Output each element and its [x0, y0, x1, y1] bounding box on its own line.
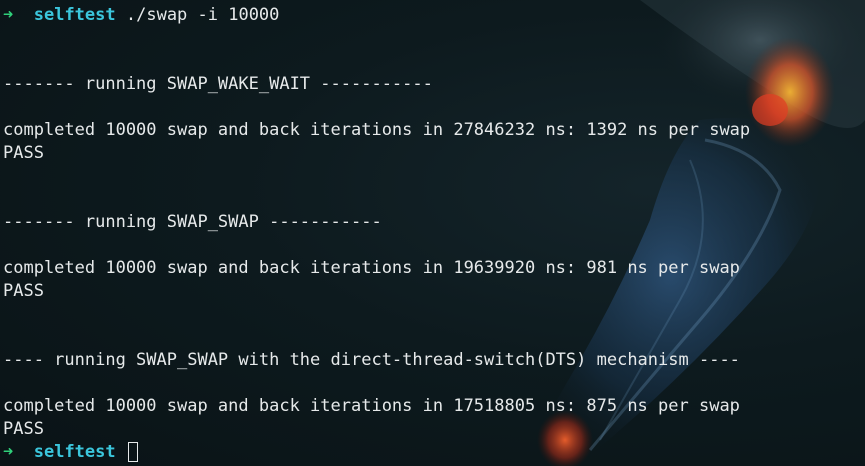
status-line: PASS	[3, 143, 44, 163]
prompt-directory: selftest	[33, 5, 116, 25]
text-cursor[interactable]	[127, 442, 138, 462]
section-header: ------- running SWAP_SWAP -----------	[3, 212, 382, 232]
current-prompt-line[interactable]: ➜ selftest	[3, 441, 750, 464]
section-header: ---- running SWAP_SWAP with the direct-t…	[3, 350, 740, 370]
result-line: completed 10000 swap and back iterations…	[3, 396, 740, 416]
section-header: ------- running SWAP_WAKE_WAIT ---------…	[3, 74, 433, 94]
terminal-output: ➜ selftest ./swap -i 10000 ------- runni…	[3, 4, 750, 464]
prompt-arrow: ➜	[3, 442, 14, 462]
command-line: ➜ selftest ./swap -i 10000	[3, 4, 750, 27]
result-line: completed 10000 swap and back iterations…	[3, 258, 740, 278]
prompt-directory: selftest	[33, 442, 116, 462]
status-line: PASS	[3, 419, 44, 439]
result-line: completed 10000 swap and back iterations…	[3, 120, 751, 140]
terminal-window[interactable]: ➜ selftest ./swap -i 10000 ------- runni…	[0, 0, 865, 466]
command-text: ./swap -i 10000	[125, 5, 280, 25]
status-line: PASS	[3, 281, 44, 301]
prompt-arrow: ➜	[3, 5, 14, 25]
